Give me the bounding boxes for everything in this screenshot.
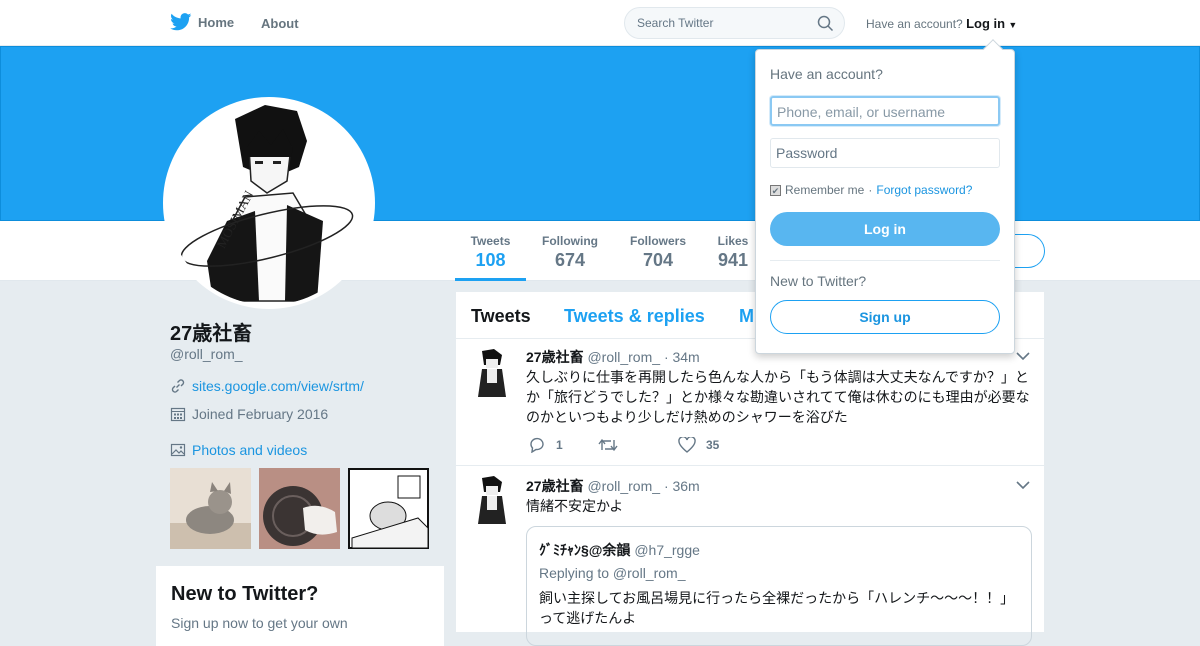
- image-icon: [170, 443, 186, 457]
- tweet-avatar-image: [472, 349, 512, 397]
- username-placeholder: Phone, email, or username: [777, 104, 946, 120]
- profile-website-link[interactable]: sites.google.com/view/srtm/: [192, 378, 364, 394]
- tab-tweets[interactable]: Tweets: [471, 306, 531, 327]
- profile-joined-date: Joined February 2016: [192, 406, 329, 422]
- quoted-author-handle: @h7_rgge: [634, 542, 700, 558]
- tweet-header: 27歳社畜 @roll_rom_ · 34m: [526, 347, 700, 367]
- mat-photo: [259, 468, 340, 549]
- tweet-avatar[interactable]: [472, 349, 512, 397]
- quoted-tweet-header: ｸﾞﾐﾁｬﾝ§@余韻 @h7_rgge: [539, 540, 700, 560]
- nav-about-link[interactable]: About: [261, 16, 299, 31]
- anime-character-avatar-image: MOSIMAN: [167, 101, 371, 305]
- stat-label: Followers: [629, 234, 686, 248]
- tweet-text: 久しぶりに仕事を再開したら色んな人から「もう体調は大丈夫なんですか？」とか「旅行…: [526, 369, 1030, 425]
- stat-label: Following: [542, 234, 598, 248]
- reply-count: 1: [556, 438, 563, 452]
- new-to-twitter-text: Sign up now to get your own: [171, 615, 348, 631]
- tweet-avatar[interactable]: [472, 476, 512, 524]
- have-account-text: Have an account?: [866, 17, 963, 31]
- profile-website-row: sites.google.com/view/srtm/: [170, 378, 364, 394]
- separator-dot: ·: [868, 183, 873, 197]
- remember-row: ✔ Remember me · Forgot password?: [770, 183, 972, 197]
- stat-following[interactable]: Following 674: [535, 234, 605, 271]
- cat-photo: [170, 468, 251, 549]
- tweet-header: 27歳社畜 @roll_rom_ · 36m: [526, 476, 700, 496]
- quoted-replying-to: Replying to @roll_rom_: [539, 565, 686, 581]
- tweet-actions: 1 35: [528, 437, 719, 453]
- forgot-password-link[interactable]: Forgot password?: [876, 183, 972, 197]
- like-button[interactable]: 35: [678, 437, 719, 453]
- stat-label: Tweets: [470, 234, 511, 248]
- stat-value: 674: [554, 250, 586, 270]
- tweet-text: 情緒不安定かよ: [526, 498, 624, 514]
- tweet-avatar-image: [472, 476, 512, 524]
- stat-value: 108: [475, 250, 506, 270]
- media-thumbnail[interactable]: [259, 468, 340, 549]
- password-placeholder: Password: [776, 145, 838, 161]
- caret-down-icon: ▼: [1008, 20, 1018, 30]
- remember-checkbox[interactable]: ✔: [770, 184, 781, 196]
- quoted-tweet-text: 飼い主探してお風呂場見に行ったら全裸だったから「ハレンチ～～～！！」って逃げたん…: [539, 590, 1015, 626]
- tweet-author-name[interactable]: 27歳社畜: [526, 478, 584, 494]
- nav-home-link[interactable]: Home: [170, 13, 234, 31]
- signup-button[interactable]: Sign up: [770, 300, 1000, 334]
- stat-value: 704: [642, 250, 674, 270]
- stat-tweets[interactable]: Tweets 108: [455, 234, 526, 271]
- media-thumbnail[interactable]: [170, 468, 251, 549]
- media-thumbnail[interactable]: [348, 468, 429, 549]
- new-to-twitter-box: New to Twitter? Sign up now to get your …: [156, 566, 444, 646]
- tweet-author-handle[interactable]: @roll_rom_: [587, 478, 660, 494]
- nav-home-label: Home: [198, 14, 235, 30]
- twitter-bird-icon: [170, 13, 192, 31]
- top-navigation-bar: Home About Search Twitter Have an accoun…: [0, 0, 1200, 46]
- reply-button[interactable]: 1: [528, 437, 598, 453]
- search-icon[interactable]: [817, 15, 834, 32]
- tweet-author-name[interactable]: 27歳社畜: [526, 349, 584, 365]
- login-button[interactable]: Log in: [770, 212, 1000, 246]
- photos-videos-link[interactable]: Photos and videos: [192, 442, 307, 458]
- chevron-down-icon[interactable]: [1016, 351, 1030, 361]
- new-to-twitter-title: New to Twitter?: [171, 583, 319, 605]
- active-tab-underline: [455, 278, 526, 281]
- manga-panel-photo: [348, 468, 429, 549]
- remember-label[interactable]: Remember me: [785, 183, 864, 197]
- login-toggle[interactable]: Have an account? Log in ▼: [866, 16, 1017, 31]
- new-to-twitter-text: New to Twitter?: [770, 273, 867, 289]
- username-field[interactable]: Phone, email, or username: [770, 96, 1000, 126]
- quoted-tweet[interactable]: ｸﾞﾐﾁｬﾝ§@余韻 @h7_rgge Replying to @roll_ro…: [526, 526, 1032, 646]
- chevron-down-icon[interactable]: [1016, 480, 1030, 490]
- retweet-button[interactable]: [598, 438, 678, 452]
- login-link[interactable]: Log in: [966, 16, 1005, 31]
- like-count: 35: [706, 438, 720, 452]
- link-icon: [171, 379, 185, 393]
- quoted-author-name: ｸﾞﾐﾁｬﾝ§@余韻: [539, 542, 631, 558]
- profile-avatar[interactable]: MOSIMAN: [163, 97, 375, 309]
- tweet[interactable]: 27歳社畜 @roll_rom_ · 36m 情緒不安定かよ ｸﾞﾐﾁｬﾝ§@余…: [456, 466, 1044, 646]
- login-dropdown: Have an account? Phone, email, or userna…: [755, 39, 1015, 354]
- tweet-timestamp[interactable]: · 36m: [664, 478, 700, 494]
- stat-likes[interactable]: Likes 941: [710, 234, 756, 271]
- tweet-timestamp[interactable]: · 34m: [664, 349, 700, 365]
- search-placeholder: Search Twitter: [637, 16, 714, 30]
- profile-joined-row: Joined February 2016: [170, 406, 328, 422]
- search-input[interactable]: Search Twitter: [624, 7, 845, 39]
- tab-media[interactable]: M: [739, 306, 754, 327]
- password-field[interactable]: Password: [770, 138, 1000, 168]
- stat-label: Likes: [717, 234, 749, 248]
- profile-handle[interactable]: @roll_rom_: [170, 346, 243, 362]
- dropdown-title: Have an account?: [770, 66, 883, 82]
- reply-icon: [530, 437, 544, 453]
- profile-name[interactable]: 27歳社畜: [170, 317, 252, 346]
- tab-tweets-replies[interactable]: Tweets & replies: [564, 306, 705, 327]
- photos-videos-row: Photos and videos: [170, 442, 307, 458]
- stat-value: 941: [717, 250, 749, 270]
- heart-icon: [678, 437, 696, 453]
- tweet[interactable]: 27歳社畜 @roll_rom_ · 34m 久しぶりに仕事を再開したら色んな人…: [456, 339, 1044, 466]
- calendar-icon: [170, 407, 186, 422]
- stat-followers[interactable]: Followers 704: [622, 234, 694, 271]
- tweet-author-handle[interactable]: @roll_rom_: [587, 349, 660, 365]
- retweet-icon: [598, 438, 618, 452]
- divider: [770, 260, 1000, 261]
